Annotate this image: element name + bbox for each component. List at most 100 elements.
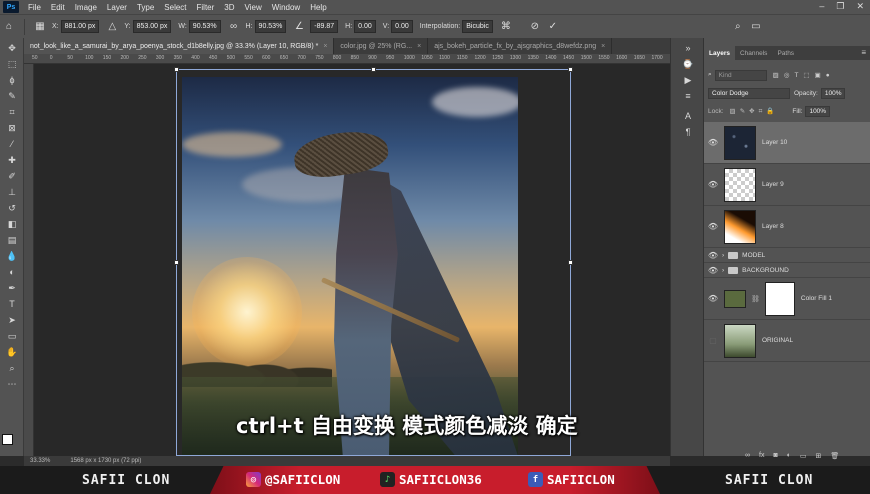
- eye-icon[interactable]: 👁: [704, 222, 722, 231]
- height-field[interactable]: 90.53%: [254, 20, 287, 33]
- warp-icon[interactable]: ⌘: [500, 21, 512, 33]
- transform-handle-tr[interactable]: [568, 67, 573, 72]
- collapse-icon[interactable]: »: [682, 42, 694, 54]
- y-position-field[interactable]: 853.00 px: [132, 20, 172, 33]
- tab-document-color[interactable]: color.jpg @ 25% (RG... ×: [334, 38, 429, 54]
- menu-file[interactable]: File: [23, 3, 46, 12]
- home-icon[interactable]: ⌂: [3, 21, 15, 33]
- fill-field[interactable]: 100%: [805, 105, 831, 117]
- frame-tool-icon[interactable]: ⊠: [4, 122, 20, 134]
- fx-icon[interactable]: fx: [759, 452, 764, 460]
- move-tool-icon[interactable]: ✥: [4, 42, 20, 54]
- angle-field[interactable]: -89.87: [310, 20, 339, 33]
- transform-handle-t[interactable]: [371, 67, 376, 72]
- menu-layer[interactable]: Layer: [102, 3, 132, 12]
- path-select-icon[interactable]: ➤: [4, 314, 20, 326]
- horizontal-skew-field[interactable]: 0.00: [354, 20, 376, 33]
- menu-image[interactable]: Image: [70, 3, 102, 12]
- eyedropper-tool-icon[interactable]: ⁄: [4, 138, 20, 150]
- paragraph-icon[interactable]: ¶: [682, 126, 694, 138]
- marquee-tool-icon[interactable]: ⬚: [4, 58, 20, 70]
- history-brush-icon[interactable]: ↺: [4, 202, 20, 214]
- layer-row-color-fill-1[interactable]: 👁 ⛓ Color Fill 1: [704, 278, 870, 320]
- tab-document-bokeh[interactable]: ajs_bokeh_particle_fx_by_ajsgraphics_d8w…: [428, 38, 613, 54]
- close-icon[interactable]: ×: [323, 43, 327, 50]
- menu-select[interactable]: Select: [159, 3, 191, 12]
- close-icon[interactable]: ×: [417, 43, 421, 50]
- tab-layers[interactable]: Layers: [704, 46, 735, 60]
- tab-document-main[interactable]: not_look_like_a_samurai_by_arya_poenya_s…: [24, 38, 335, 54]
- eye-hidden-icon[interactable]: ▢: [704, 336, 722, 345]
- transform-handle-r[interactable]: [568, 260, 573, 265]
- delta-icon[interactable]: △: [106, 21, 118, 33]
- menu-3d[interactable]: 3D: [219, 3, 239, 12]
- blend-mode-select[interactable]: Color Dodge: [708, 87, 790, 99]
- zoom-tool-icon[interactable]: ⌕: [4, 362, 20, 374]
- eye-icon[interactable]: 👁: [704, 251, 722, 260]
- clone-stamp-icon[interactable]: ⊥: [4, 186, 20, 198]
- chevron-right-icon[interactable]: ›: [722, 252, 724, 259]
- menu-filter[interactable]: Filter: [192, 3, 220, 12]
- eraser-tool-icon[interactable]: ◧: [4, 218, 20, 230]
- more-tools-icon[interactable]: ⋯: [4, 378, 20, 390]
- tab-paths[interactable]: Paths: [772, 46, 799, 60]
- layer-group-model[interactable]: 👁 › MODEL: [704, 248, 870, 263]
- crop-tool-icon[interactable]: ⌗: [4, 106, 20, 118]
- lock-icons[interactable]: ▨✎✥⌗🔒: [730, 107, 779, 116]
- add-mask-icon[interactable]: ◙: [773, 452, 777, 460]
- dodge-tool-icon[interactable]: ◐: [4, 266, 20, 278]
- search-icon[interactable]: ⌕: [732, 21, 744, 33]
- rectangle-tool-icon[interactable]: ▭: [4, 330, 20, 342]
- close-icon[interactable]: ✕: [856, 1, 864, 12]
- filter-kind-select[interactable]: Kind: [714, 69, 767, 81]
- lasso-tool-icon[interactable]: ϕ: [4, 74, 20, 86]
- link-icon[interactable]: ∞: [228, 21, 240, 33]
- cancel-transform-icon[interactable]: ⊘: [529, 21, 541, 33]
- history-icon[interactable]: ⌚: [682, 58, 694, 70]
- reference-point-icon[interactable]: ▦: [34, 21, 46, 33]
- restore-icon[interactable]: ❐: [836, 1, 844, 12]
- link-icon[interactable]: ⛓: [751, 295, 760, 303]
- x-position-field[interactable]: 881.00 px: [60, 20, 100, 33]
- transform-handle-tl[interactable]: [174, 67, 179, 72]
- menu-type[interactable]: Type: [132, 3, 159, 12]
- actions-icon[interactable]: ▶: [682, 74, 694, 86]
- layer-row-original[interactable]: ▢ ORIGINAL: [704, 320, 870, 362]
- gradient-tool-icon[interactable]: ▤: [4, 234, 20, 246]
- adjustment-icon[interactable]: ◐: [787, 452, 791, 460]
- workspace-icon[interactable]: ▭: [750, 21, 762, 33]
- opacity-field[interactable]: 100%: [820, 87, 846, 99]
- new-group-icon[interactable]: ▭: [800, 452, 807, 460]
- minimize-icon[interactable]: –: [819, 1, 824, 12]
- vertical-skew-field[interactable]: 0.00: [391, 20, 413, 33]
- panel-menu-icon[interactable]: ≡: [861, 48, 866, 57]
- eye-icon[interactable]: 👁: [704, 266, 722, 275]
- layer-row-layer-8[interactable]: 👁 Layer 8: [704, 206, 870, 248]
- menu-edit[interactable]: Edit: [46, 3, 70, 12]
- properties-icon[interactable]: ≡: [682, 90, 694, 102]
- filter-icons[interactable]: ▨◎T⬚▣●: [773, 71, 835, 79]
- type-tool-icon[interactable]: T: [4, 298, 20, 310]
- layer-row-layer-10[interactable]: 👁 Layer 10: [704, 122, 870, 164]
- healing-brush-icon[interactable]: ✚: [4, 154, 20, 166]
- layer-group-background[interactable]: 👁 › BACKGROUND: [704, 263, 870, 278]
- width-field[interactable]: 90.53%: [188, 20, 221, 33]
- interpolation-select[interactable]: Bicubic: [462, 20, 493, 33]
- menu-help[interactable]: Help: [305, 3, 331, 12]
- pen-tool-icon[interactable]: ✒: [4, 282, 20, 294]
- quick-select-tool-icon[interactable]: ✎: [4, 90, 20, 102]
- trash-icon[interactable]: 🗑: [830, 452, 839, 460]
- eye-icon[interactable]: 👁: [704, 294, 722, 303]
- character-icon[interactable]: A: [682, 110, 694, 122]
- eye-icon[interactable]: 👁: [704, 180, 722, 189]
- tab-channels[interactable]: Channels: [735, 46, 772, 60]
- link-layers-icon[interactable]: ∞: [745, 452, 750, 460]
- brush-tool-icon[interactable]: ✐: [4, 170, 20, 182]
- menu-window[interactable]: Window: [267, 3, 305, 12]
- foreground-color-swatch[interactable]: [2, 434, 13, 445]
- new-layer-icon[interactable]: ⊞: [816, 452, 822, 460]
- transform-handle-l[interactable]: [174, 260, 179, 265]
- layer-row-layer-9[interactable]: 👁 Layer 9: [704, 164, 870, 206]
- chevron-right-icon[interactable]: ›: [722, 267, 724, 274]
- menu-view[interactable]: View: [240, 3, 267, 12]
